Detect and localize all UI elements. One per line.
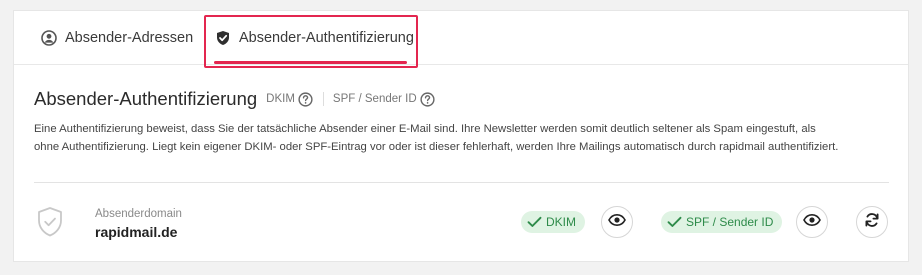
tab-sender-addresses[interactable]: Absender-Adressen	[41, 11, 193, 65]
view-spf-button[interactable]	[796, 206, 828, 238]
dkim-hint-label: DKIM	[266, 93, 295, 105]
dkim-hint[interactable]: DKIM	[266, 91, 313, 107]
view-dkim-button[interactable]	[601, 206, 633, 238]
user-circle-icon	[41, 30, 57, 46]
eye-icon	[803, 213, 821, 231]
spf-hint[interactable]: SPF / Sender ID	[332, 91, 435, 107]
help-icon[interactable]	[420, 91, 435, 107]
description-line: Eine Authentifizierung beweist, dass Sie…	[34, 123, 816, 135]
eye-icon	[608, 213, 626, 231]
spf-status-badge: SPF / Sender ID	[661, 211, 783, 233]
spf-status-label: SPF / Sender ID	[686, 215, 774, 229]
auth-card: Absender-Adressen Absender-Authentifizie…	[13, 10, 909, 262]
dkim-status-label: DKIM	[546, 215, 576, 229]
tab-sender-authentication[interactable]: Absender-Authentifizierung	[215, 11, 414, 65]
hint-separator	[322, 92, 324, 106]
shield-outline-icon	[36, 206, 64, 238]
refresh-button[interactable]	[856, 206, 888, 238]
tab-bar: Absender-Adressen Absender-Authentifizie…	[14, 11, 908, 68]
refresh-icon	[864, 212, 880, 233]
domain-row: Absenderdomain rapidmail.de DKIM SPF / S…	[14, 191, 910, 253]
dkim-status-badge: DKIM	[521, 211, 585, 233]
active-tab-indicator	[214, 61, 407, 64]
check-icon	[667, 216, 682, 228]
tab-sender-addresses-label: Absender-Adressen	[65, 30, 194, 46]
shield-check-icon	[215, 30, 231, 46]
description-line: ohne Authentifizierung. Liegt kein eigen…	[34, 141, 839, 153]
section-heading-row: Absender-Authentifizierung DKIM SPF / Se…	[34, 88, 435, 110]
section-description: Eine Authentifizierung beweist, dass Sie…	[34, 120, 894, 156]
help-icon[interactable]	[298, 91, 313, 107]
domain-value: rapidmail.de	[95, 224, 178, 240]
divider	[34, 182, 889, 183]
check-icon	[527, 216, 542, 228]
spf-hint-label: SPF / Sender ID	[332, 93, 417, 105]
tab-sender-authentication-label: Absender-Authentifizierung	[239, 30, 414, 46]
domain-label: Absenderdomain	[95, 208, 182, 220]
page-title: Absender-Authentifizierung	[34, 88, 258, 109]
